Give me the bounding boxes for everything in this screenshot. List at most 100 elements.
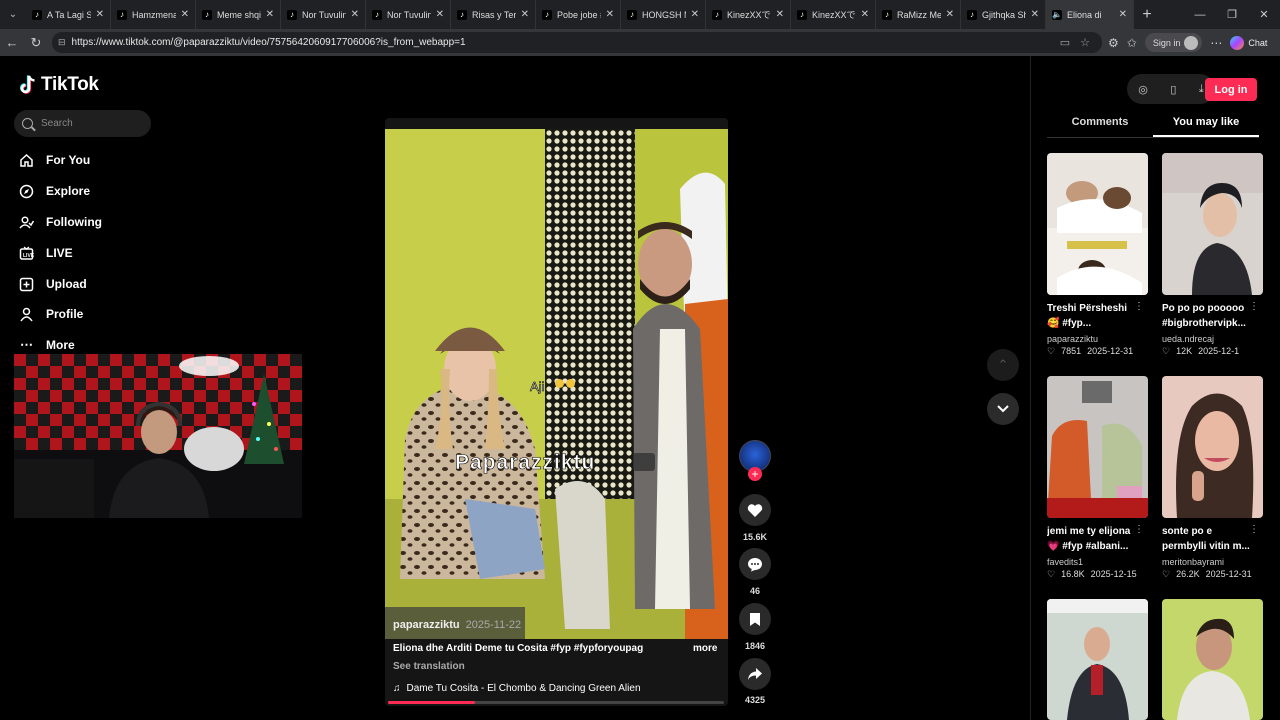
close-tab-icon[interactable]: ✕ — [351, 9, 359, 20]
browser-tab[interactable]: ♪ RaMizz Ment ✕ — [876, 0, 961, 29]
video-player[interactable]: Aji Paparazziktu — [385, 118, 728, 706]
browser-tab[interactable]: 🔈 Eliona di ✕ — [1046, 0, 1134, 29]
card-author[interactable]: meritonbayrami — [1162, 557, 1263, 567]
nav-explore[interactable]: Explore — [19, 181, 90, 201]
music-line[interactable]: ♫ Dame Tu Cosita - El Chombo & Dancing G… — [393, 683, 641, 694]
save-button[interactable] — [739, 603, 771, 635]
nav-following[interactable]: Following — [19, 212, 102, 232]
close-tab-icon[interactable]: ✕ — [266, 9, 274, 20]
close-tab-icon[interactable]: ✕ — [521, 9, 529, 20]
close-window-icon[interactable]: ✕ — [1248, 0, 1280, 29]
url-field[interactable]: ⊟ https://www.tiktok.com/@paparazziktu/v… — [52, 32, 1102, 53]
like-button[interactable] — [739, 494, 771, 526]
site-info-icon[interactable]: ⊟ — [58, 37, 66, 48]
video-thumbnail[interactable] — [1162, 376, 1263, 518]
suggested-video-card[interactable]: Treshi Përsheshi 🥰 #fyp... ⋮ paparazzikt… — [1047, 153, 1148, 357]
log-in-button[interactable]: Log in — [1205, 78, 1257, 101]
card-title[interactable]: Treshi Përsheshi 🥰 #fyp... — [1047, 301, 1148, 332]
tab-search-icon[interactable]: ⌄ — [0, 0, 26, 29]
browser-tab[interactable]: ♪ Pobe jobe # ✕ — [536, 0, 621, 29]
video-thumbnail[interactable] — [1047, 153, 1148, 295]
close-tab-icon[interactable]: ✕ — [436, 9, 444, 20]
card-author[interactable]: favedits1 — [1047, 557, 1148, 567]
app-install-icon[interactable]: ▭ — [1060, 36, 1070, 49]
suggested-video-card[interactable]: Po po po pooooo #bigbrothervipk... ⋮ ued… — [1162, 153, 1263, 357]
close-tab-icon[interactable]: ✕ — [861, 9, 869, 20]
device-icon[interactable]: ▯ — [1170, 83, 1176, 96]
card-author[interactable]: ueda.ndrecaj — [1162, 334, 1263, 344]
tiktok-favicon-icon: ♪ — [967, 9, 977, 20]
close-tab-icon[interactable]: ✕ — [606, 9, 614, 20]
video-progress-bar[interactable] — [388, 701, 724, 704]
card-title[interactable]: jemi me ty elijona 💗 #fyp #albani... — [1047, 524, 1148, 555]
previous-video-button[interactable]: ⌃ — [987, 349, 1019, 381]
nav-live[interactable]: LIVE LIVE — [19, 243, 73, 263]
suggested-video-card[interactable]: jemi me ty elijona 💗 #fyp #albani... ⋮ f… — [1047, 376, 1148, 580]
close-tab-icon[interactable]: ✕ — [691, 9, 699, 20]
browser-tab[interactable]: ♪ A Ta Lagi Shq ✕ — [26, 0, 111, 29]
comment-button[interactable] — [739, 548, 771, 580]
card-options-icon[interactable]: ⋮ — [1134, 301, 1144, 312]
browser-tab[interactable]: ♪ Nor Tuvulin: ✕ — [366, 0, 451, 29]
browser-tab-bar: ⌄ ♪ A Ta Lagi Shq ✕ ♪ Hamzmenagj ✕ ♪ Meme shqip… — [0, 0, 1280, 29]
search-input[interactable] — [41, 118, 136, 129]
suggested-video-card[interactable] — [1047, 599, 1148, 720]
nav-profile[interactable]: Profile — [19, 304, 83, 324]
copilot-chat-button[interactable]: Chat — [1230, 35, 1267, 50]
more-link[interactable]: more — [693, 643, 717, 654]
search-box[interactable] — [14, 110, 151, 137]
video-thumbnail[interactable] — [1047, 376, 1148, 518]
reload-icon[interactable]: ↻ — [24, 29, 48, 56]
new-tab-button[interactable]: + — [1134, 6, 1160, 24]
video-frame-image[interactable]: Aji Paparazziktu — [385, 129, 728, 639]
browser-tab[interactable]: ♪ Nor Tuvulin: ✕ — [281, 0, 366, 29]
coin-icon[interactable]: ◎ — [1138, 83, 1148, 96]
card-title[interactable]: Po po po pooooo #bigbrothervipk... — [1162, 301, 1263, 332]
browser-tab[interactable]: ♪ HONGSH MI ✕ — [621, 0, 706, 29]
next-video-button[interactable] — [987, 393, 1019, 425]
browser-tab[interactable]: ♪ Meme shqip: ✕ — [196, 0, 281, 29]
nav-upload[interactable]: Upload — [19, 274, 87, 294]
browser-tab[interactable]: ♪ Gjithqka Shq ✕ — [961, 0, 1046, 29]
close-tab-icon[interactable]: ✕ — [1031, 9, 1039, 20]
close-tab-icon[interactable]: ✕ — [1119, 9, 1127, 20]
minimize-icon[interactable]: — — [1184, 0, 1216, 29]
favorites-icon[interactable]: ✩ — [1127, 36, 1137, 50]
sign-in-button[interactable]: Sign in — [1144, 33, 1203, 52]
video-thumbnail[interactable] — [1162, 153, 1263, 295]
card-title[interactable]: sonte po e permbylli vitin m... — [1162, 524, 1263, 555]
tab-comments[interactable]: Comments — [1047, 112, 1153, 137]
profile-icon — [19, 307, 34, 322]
close-tab-icon[interactable]: ✕ — [776, 9, 784, 20]
nav-for-you[interactable]: For You — [19, 150, 90, 170]
card-options-icon[interactable]: ⋮ — [1249, 301, 1259, 312]
extensions-icon[interactable]: ⚙ — [1108, 36, 1119, 50]
favorite-star-icon[interactable]: ☆ — [1080, 36, 1090, 49]
tab-you-may-like[interactable]: You may like — [1153, 112, 1259, 137]
video-thumbnail[interactable] — [1047, 599, 1148, 720]
tiktok-logo[interactable]: TikTok — [19, 74, 99, 96]
close-tab-icon[interactable]: ✕ — [96, 9, 104, 20]
see-translation-link[interactable]: See translation — [393, 661, 465, 672]
follow-plus-icon[interactable]: + — [748, 467, 762, 481]
video-thumbnail[interactable] — [1162, 599, 1263, 720]
suggested-video-card[interactable]: sonte po e permbylli vitin m... ⋮ merito… — [1162, 376, 1263, 580]
restore-icon[interactable]: ❐ — [1216, 0, 1248, 29]
browser-tab[interactable]: ♪ KinezXXで笑 ✕ — [706, 0, 791, 29]
menu-dots-icon[interactable]: ⋯ — [1210, 36, 1222, 50]
close-tab-icon[interactable]: ✕ — [946, 9, 954, 20]
browser-tab[interactable]: ♪ Hamzmenagj ✕ — [111, 0, 196, 29]
download-icon[interactable]: ⤓ — [1199, 83, 1204, 96]
browser-tab[interactable]: ♪ KinezXXで笑 ✕ — [791, 0, 876, 29]
suggested-video-card[interactable] — [1162, 599, 1263, 720]
share-button[interactable] — [739, 658, 771, 690]
card-options-icon[interactable]: ⋮ — [1134, 524, 1144, 535]
video-author[interactable]: paparazziktu — [393, 619, 460, 631]
close-tab-icon[interactable]: ✕ — [181, 9, 189, 20]
card-options-icon[interactable]: ⋮ — [1249, 524, 1259, 535]
card-author[interactable]: paparazziktu — [1047, 334, 1148, 344]
card-likes: 7851 — [1061, 346, 1082, 356]
browser-tab[interactable]: ♪ Risas y Terro ✕ — [451, 0, 536, 29]
back-icon[interactable]: ← — [0, 29, 24, 56]
nav-more[interactable]: ⋯ More — [19, 335, 75, 355]
